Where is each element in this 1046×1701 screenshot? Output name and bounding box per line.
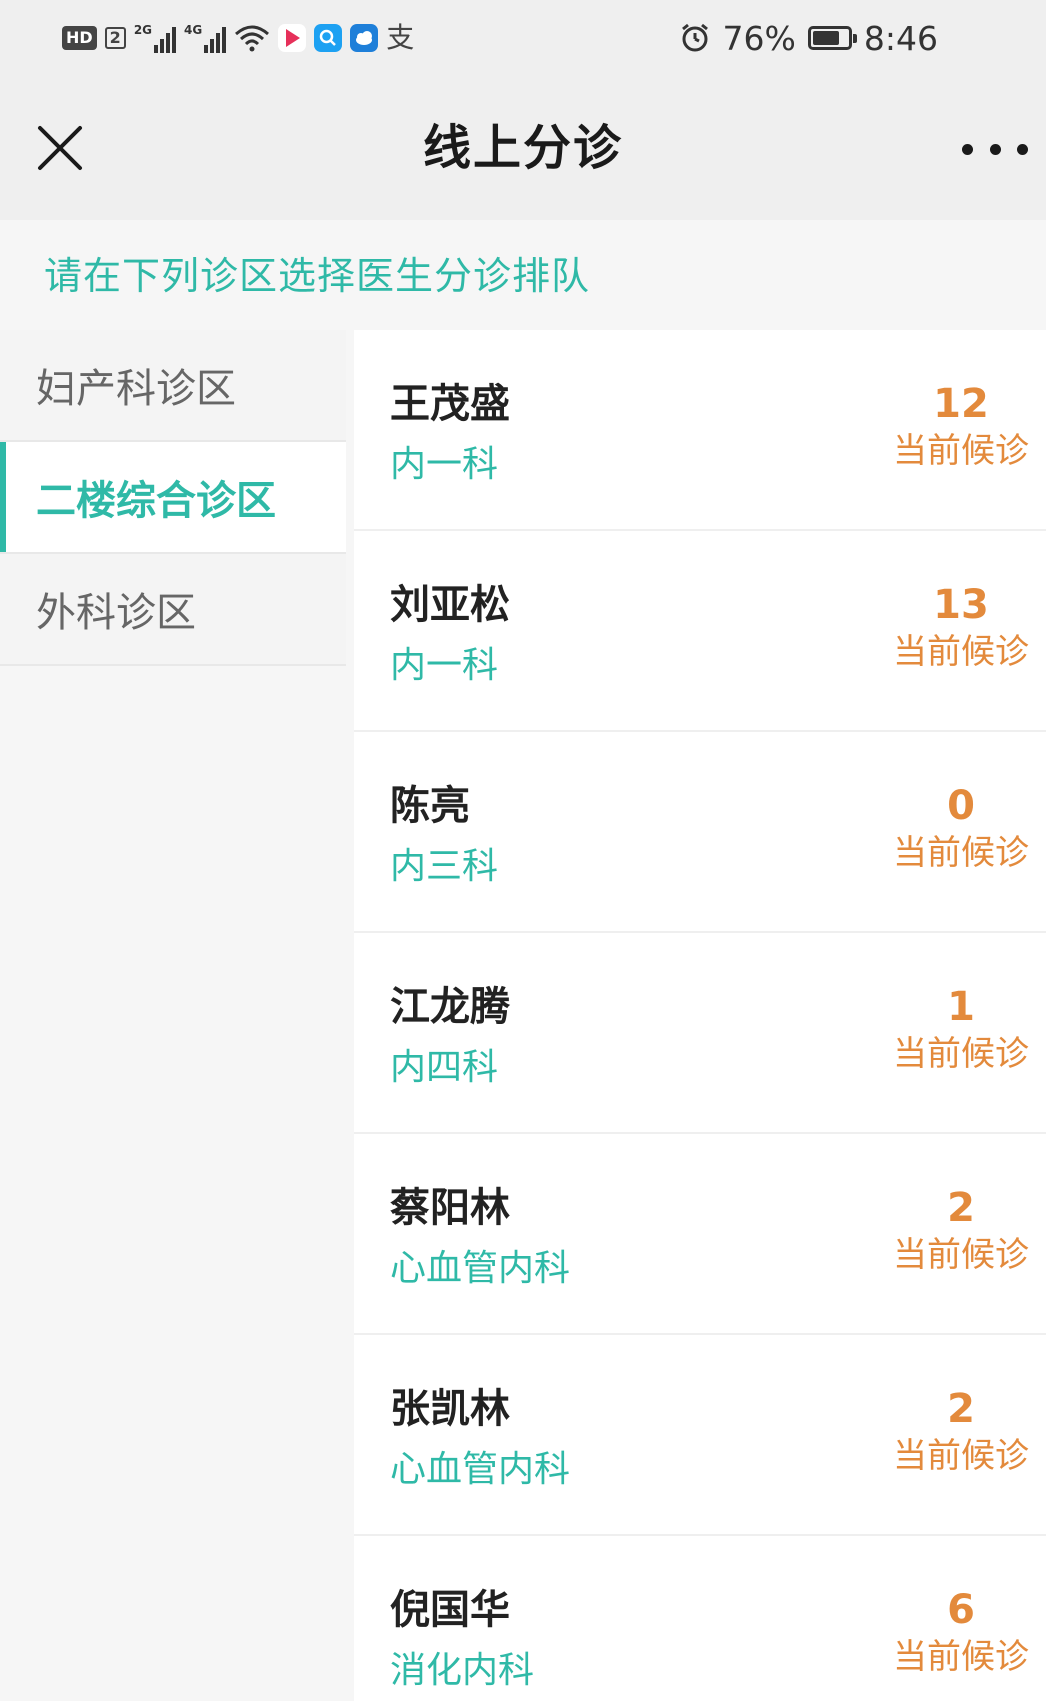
queue-info: 2 当前候诊 [886, 1184, 1036, 1278]
doctor-row[interactable]: 倪国华消化内科 6 当前候诊 [354, 1536, 1046, 1701]
doctor-department: 内一科 [390, 645, 499, 686]
queue-info: 13 当前候诊 [886, 581, 1036, 675]
doctor-row[interactable]: 江龙腾内四科 1 当前候诊 [354, 933, 1046, 1134]
sidebar-item-label: 外科诊区 [36, 590, 196, 636]
page-title: 线上分诊 [422, 120, 623, 176]
wifi-icon [235, 25, 270, 52]
queue-count: 1 [947, 984, 975, 1030]
queue-info: 12 当前候诊 [886, 380, 1036, 474]
doctor-name: 张凯林 [390, 1386, 510, 1432]
sidebar-item-1[interactable]: 二楼综合诊区 [0, 442, 346, 554]
status-bar: HD 2 2G 4G 支 76% 8:46 [0, 0, 1046, 78]
doctor-row[interactable]: 陈亮内三科 0 当前候诊 [354, 732, 1046, 933]
battery-fill [812, 31, 839, 45]
doctor-list: 王茂盛 内一科 12 当前候诊 刘亚松 内一科 13 当前候诊 陈亮 内三科 0 当前候诊 江龙腾 内四科… [354, 330, 1046, 1701]
doctor-name: 刘亚松 [390, 582, 510, 628]
clinic-area-sidebar: 妇产科诊区二楼综合诊区 外科诊区 [0, 330, 346, 666]
doctor-department: 心血管内科 [390, 1248, 571, 1289]
search-app-icon [314, 24, 343, 52]
queue-label: 当前候诊 [893, 1235, 1029, 1275]
doctor-name: 蔡阳林 [390, 1185, 510, 1231]
status-left: HD 2 2G 4G 支 [62, 18, 414, 58]
title-bar: 线上分诊 [0, 78, 1046, 220]
app-root: HD 2 2G 4G 支 76% 8:46 线上分诊 请在下列诊区选择医生分诊排… [0, 0, 1046, 1701]
queue-count: 12 [933, 381, 989, 427]
queue-label: 当前候诊 [893, 1034, 1029, 1074]
queue-label: 当前候诊 [893, 1436, 1029, 1476]
queue-count: 0 [947, 783, 975, 829]
doctor-name: 江龙腾 [390, 984, 510, 1030]
alarm-icon [681, 23, 708, 52]
doctor-row[interactable]: 蔡阳林心血管内科 2 当前候诊 [354, 1134, 1046, 1335]
status-right: 76% 8:46 [679, 18, 938, 58]
hd-badge: HD [62, 26, 97, 50]
more-dot-icon [1017, 143, 1028, 155]
queue-label: 当前候诊 [893, 632, 1029, 672]
weather-app-icon [350, 24, 379, 52]
queue-info: 1 当前候诊 [886, 983, 1036, 1077]
doctor-row[interactable]: 刘亚松内一科 13 当前候诊 [354, 531, 1046, 732]
net-label-4g: 4G [184, 23, 203, 37]
doctor-department: 消化内科 [390, 1650, 535, 1691]
video-app-icon [278, 24, 307, 52]
doctor-department: 内四科 [390, 1047, 499, 1088]
instruction-text: 请在下列诊区选择医生分诊排队 [44, 254, 591, 298]
more-dot-icon [962, 143, 973, 155]
sidebar-item-label: 妇产科诊区 [36, 366, 236, 412]
queue-label: 当前候诊 [893, 1637, 1029, 1677]
signal-2g-icon: 2G [133, 23, 177, 53]
more-dot-icon [989, 143, 1001, 155]
queue-info: 2 当前候诊 [886, 1385, 1036, 1479]
sidebar-item-label: 二楼综合诊区 [36, 478, 276, 524]
queue-count: 6 [947, 1587, 975, 1633]
doctor-name: 倪国华 [390, 1587, 510, 1633]
battery-percent: 76% [722, 18, 796, 58]
doctor-name: 王茂盛 [390, 381, 510, 427]
queue-label: 当前候诊 [893, 833, 1029, 873]
doctor-department: 内三科 [390, 846, 499, 887]
doctor-name: 陈亮 [390, 783, 470, 829]
doctor-department: 心血管内科 [390, 1449, 571, 1490]
doctor-department: 内一科 [390, 444, 499, 485]
queue-info: 6 当前候诊 [886, 1586, 1036, 1680]
queue-count: 2 [947, 1185, 975, 1231]
doctor-row[interactable]: 王茂盛内一科 12 当前候诊 [354, 330, 1046, 531]
queue-count: 13 [933, 582, 989, 628]
queue-label: 当前候诊 [893, 431, 1029, 471]
net-label-2g: 2G [133, 23, 153, 37]
more-button[interactable] [962, 134, 1028, 164]
queue-info: 0 当前候诊 [886, 782, 1036, 876]
queue-count: 2 [947, 1386, 975, 1432]
battery-icon [807, 26, 857, 50]
signal-4g-icon: 4G [184, 23, 227, 53]
sidebar-item-2[interactable]: 外科诊区 [0, 554, 346, 666]
doctor-row[interactable]: 张凯林心血管内科 2 当前候诊 [354, 1335, 1046, 1536]
clock-time: 8:46 [863, 18, 938, 58]
alipay-icon: 支 [386, 21, 415, 54]
sim-badge: 2 [104, 27, 126, 49]
sidebar-item-0[interactable]: 妇产科诊区 [0, 330, 346, 442]
